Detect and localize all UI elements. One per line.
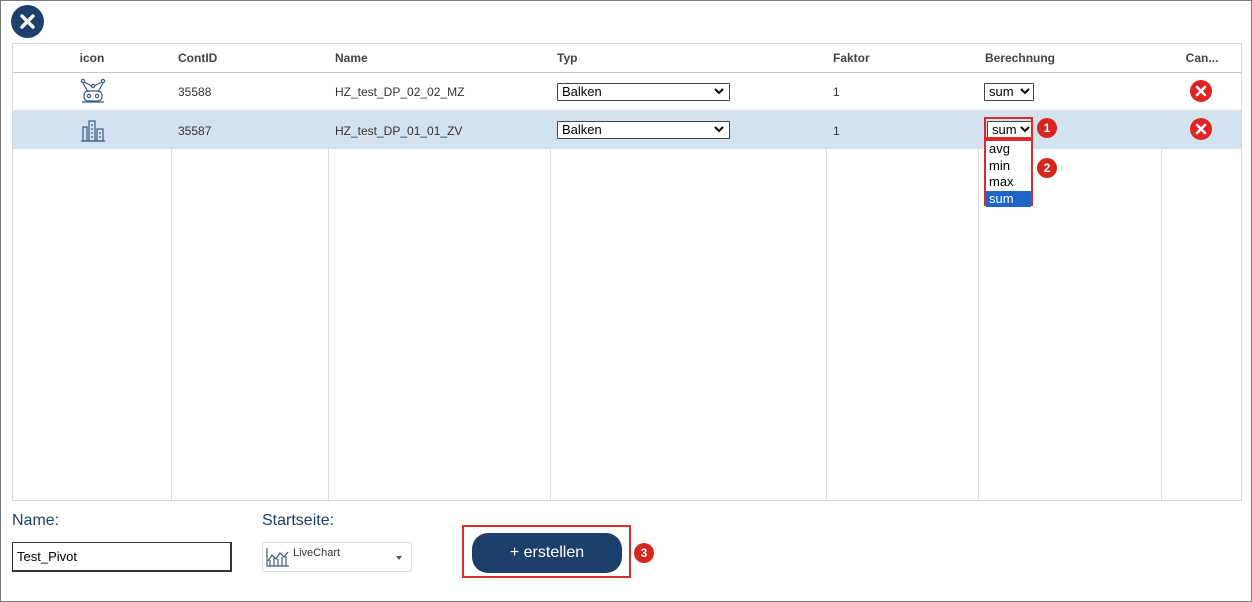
delete-circle-icon <box>1195 85 1207 97</box>
header-berechnung[interactable]: Berechnung <box>979 44 1161 73</box>
startseite-label: Startseite: <box>262 512 335 529</box>
typ-select-value: Balken <box>562 122 602 137</box>
contid-cell: 35588 <box>178 85 212 99</box>
annotation-badge: 2 <box>1037 158 1057 178</box>
faktor-cell: 1 <box>833 124 840 138</box>
name-cell: HZ_test_DP_02_02_MZ <box>335 85 465 99</box>
typ-select[interactable]: Balken <box>557 83 730 101</box>
chevron-down-icon <box>714 126 724 133</box>
dropdown-option[interactable]: max <box>986 174 1031 191</box>
table-header: icon ContID Name Typ Faktor Berechnung C… <box>13 44 1241 73</box>
dropdown-option[interactable]: avg <box>986 141 1031 158</box>
table-row[interactable]: 35588 HZ_test_DP_02_02_MZ Balken 1 sum <box>13 73 1241 111</box>
close-icon <box>20 14 35 29</box>
dialog-frame: icon ContID Name Typ Faktor Berechnung C… <box>0 0 1252 602</box>
close-dialog-button[interactable] <box>11 5 44 38</box>
startseite-value: LiveChart <box>293 547 341 559</box>
building-chart-icon <box>79 117 107 145</box>
header-typ[interactable]: Typ <box>551 44 826 73</box>
contid-cell: 35587 <box>178 124 212 138</box>
header-faktor[interactable]: Faktor <box>827 44 978 73</box>
name-input[interactable]: Test_Pivot <box>12 542 232 572</box>
dropdown-option-selected[interactable]: sum <box>986 190 1031 207</box>
name-label: Name: <box>12 512 60 529</box>
typ-select[interactable]: Balken <box>557 121 730 139</box>
create-button[interactable]: + erstellen <box>472 533 622 573</box>
header-name[interactable]: Name <box>329 44 550 73</box>
chevron-down-icon <box>714 88 724 95</box>
table-row-selected[interactable]: 35587 HZ_test_DP_01_01_ZV Balken 1 sum <box>13 111 1241 149</box>
annotation-badge: 3 <box>634 543 654 563</box>
typ-select-value: Balken <box>562 84 602 99</box>
berechnung-select-value: sum <box>989 84 1014 99</box>
startseite-select[interactable]: LiveChart <box>262 542 412 572</box>
chevron-down-icon <box>1020 88 1030 95</box>
caret-down-icon <box>396 556 402 560</box>
berechnung-dropdown-list[interactable]: avg min max sum <box>984 139 1033 207</box>
berechnung-select[interactable]: sum <box>984 83 1034 101</box>
name-cell: HZ_test_DP_01_01_ZV <box>335 124 463 138</box>
dropdown-option[interactable]: min <box>986 158 1031 175</box>
data-grid: icon ContID Name Typ Faktor Berechnung C… <box>12 43 1242 501</box>
annotation-highlight-select <box>984 117 1033 139</box>
faktor-cell: 1 <box>833 85 840 99</box>
line-chart-icon <box>266 548 289 567</box>
delete-row-button[interactable] <box>1190 118 1212 140</box>
network-robot-icon <box>79 77 107 105</box>
annotation-badge: 1 <box>1037 118 1057 138</box>
header-icon[interactable]: icon <box>13 44 171 73</box>
delete-circle-icon <box>1195 123 1207 135</box>
header-contid[interactable]: ContID <box>172 44 328 73</box>
header-cancel[interactable]: Can... <box>1162 44 1241 73</box>
delete-row-button[interactable] <box>1190 80 1212 102</box>
